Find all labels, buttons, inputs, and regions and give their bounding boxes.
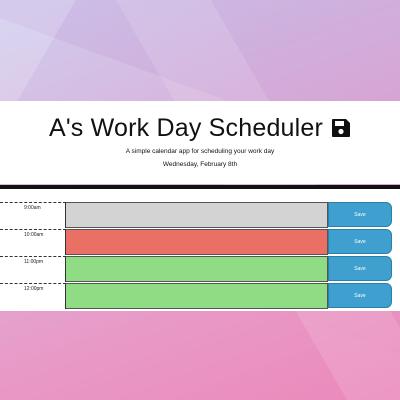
app-header: A's Work Day Scheduler A simple calendar…: [0, 101, 400, 184]
save-button[interactable]: Save: [328, 229, 392, 254]
time-block-list: 9:00am Save 10:00am Save 11:00pm Save 12…: [0, 189, 400, 311]
save-button[interactable]: Save: [328, 283, 392, 308]
time-block-row: 12:00pm Save: [0, 283, 400, 310]
event-textarea[interactable]: [66, 256, 328, 282]
time-block-row: 11:00pm Save: [0, 256, 400, 283]
hour-label: 11:00pm: [0, 256, 66, 282]
time-block-row: 10:00am Save: [0, 229, 400, 256]
time-block-row: 9:00am Save: [0, 202, 400, 229]
hour-label: 12:00pm: [0, 283, 66, 309]
save-button[interactable]: Save: [328, 256, 392, 281]
app-description: A simple calendar app for scheduling you…: [125, 148, 275, 155]
hour-label: 10:00am: [0, 229, 66, 255]
floppy-disk-icon: [331, 118, 351, 138]
save-button[interactable]: Save: [328, 202, 392, 227]
event-textarea[interactable]: [66, 229, 328, 255]
hour-label: 9:00am: [0, 202, 66, 228]
page-title: A's Work Day Scheduler: [48, 114, 324, 142]
current-date: Wednesday, February 8th: [162, 161, 238, 168]
event-textarea[interactable]: [66, 283, 328, 309]
event-textarea[interactable]: [66, 202, 328, 228]
title-row: A's Work Day Scheduler: [0, 113, 400, 143]
